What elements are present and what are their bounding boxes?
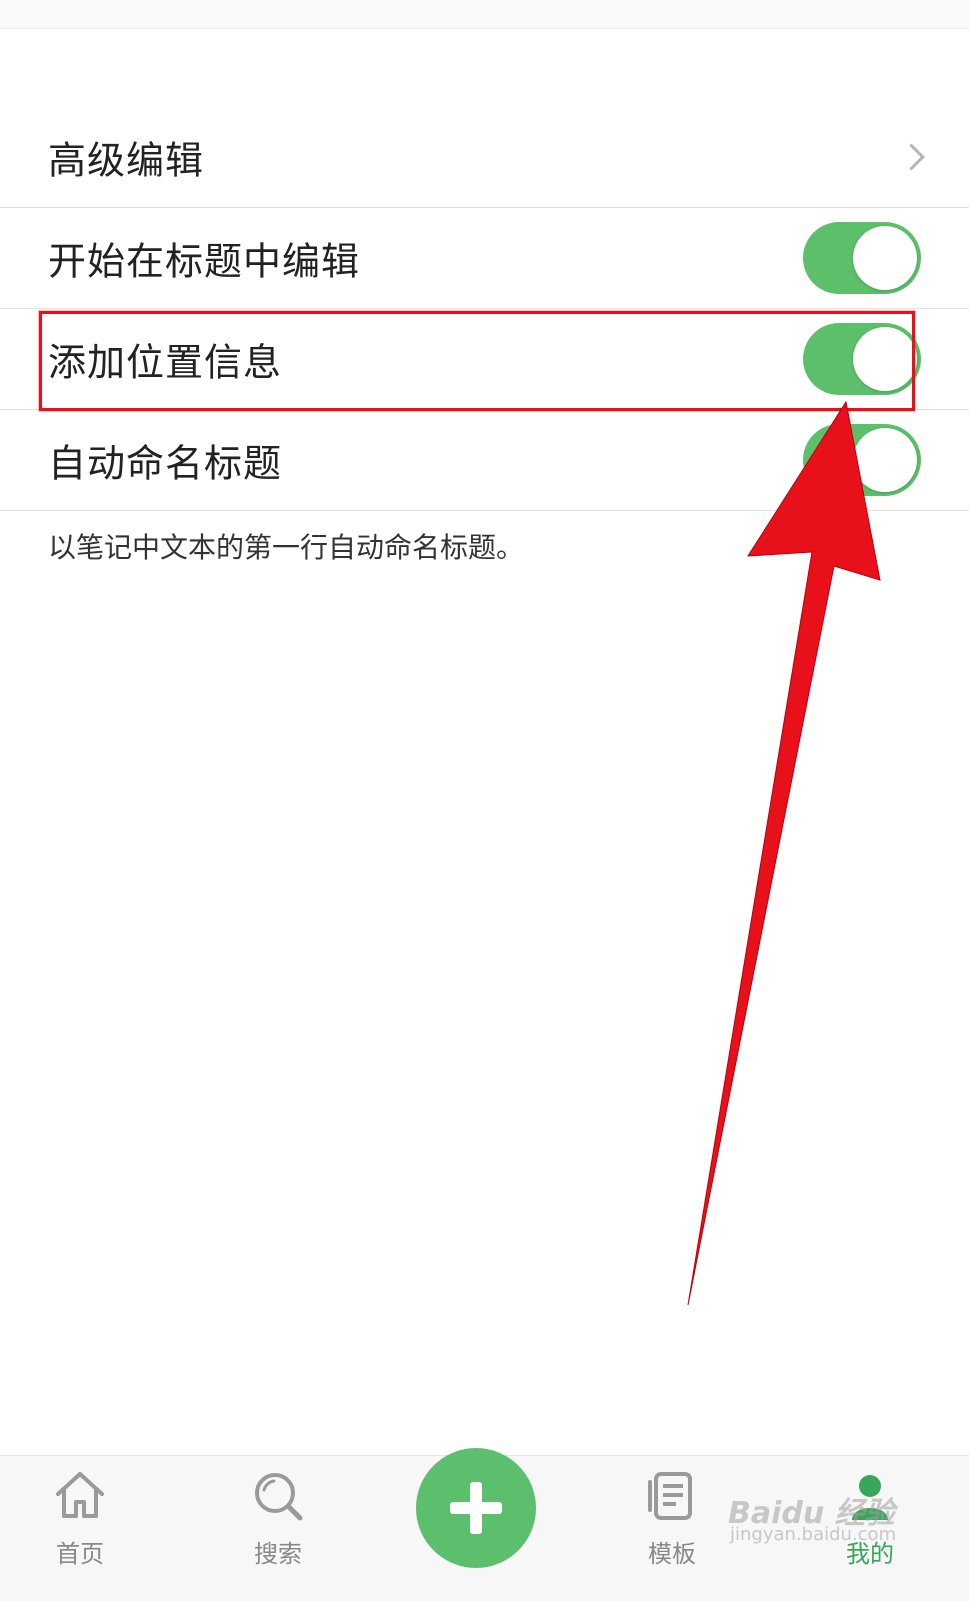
toggle-knob [853, 428, 917, 492]
edit-in-title-row: 开始在标题中编辑 [0, 208, 969, 309]
tab-search[interactable]: 搜索 [218, 1468, 338, 1593]
auto-title-toggle[interactable] [803, 424, 921, 496]
advanced-edit-label: 高级编辑 [48, 138, 205, 183]
template-icon [644, 1468, 700, 1524]
add-location-label: 添加位置信息 [48, 340, 283, 385]
top-band [0, 0, 969, 29]
auto-title-description: 以笔记中文本的第一行自动命名标题。 [48, 531, 525, 564]
tab-home[interactable]: 首页 [20, 1468, 140, 1593]
tab-templates-label: 模板 [648, 1540, 696, 1568]
baidu-watermark-url: jingyan.baidu.com [730, 1524, 897, 1545]
edit-in-title-label: 开始在标题中编辑 [48, 239, 361, 284]
search-icon [250, 1468, 306, 1524]
section-spacer [0, 29, 969, 108]
tab-search-label: 搜索 [254, 1540, 302, 1568]
add-location-toggle[interactable] [803, 323, 921, 395]
toggle-knob [853, 327, 917, 391]
advanced-edit-row[interactable]: 高级编辑 [0, 107, 969, 208]
add-location-row: 添加位置信息 [0, 309, 969, 410]
auto-title-row: 自动命名标题 [0, 410, 969, 511]
auto-title-label: 自动命名标题 [48, 441, 283, 486]
tab-templates[interactable]: 模板 [612, 1468, 732, 1593]
add-note-button[interactable] [416, 1448, 536, 1568]
home-icon [52, 1468, 108, 1524]
tab-home-label: 首页 [56, 1540, 104, 1568]
toggle-knob [853, 226, 917, 290]
chevron-right-icon [898, 143, 925, 171]
edit-in-title-toggle[interactable] [803, 222, 921, 294]
